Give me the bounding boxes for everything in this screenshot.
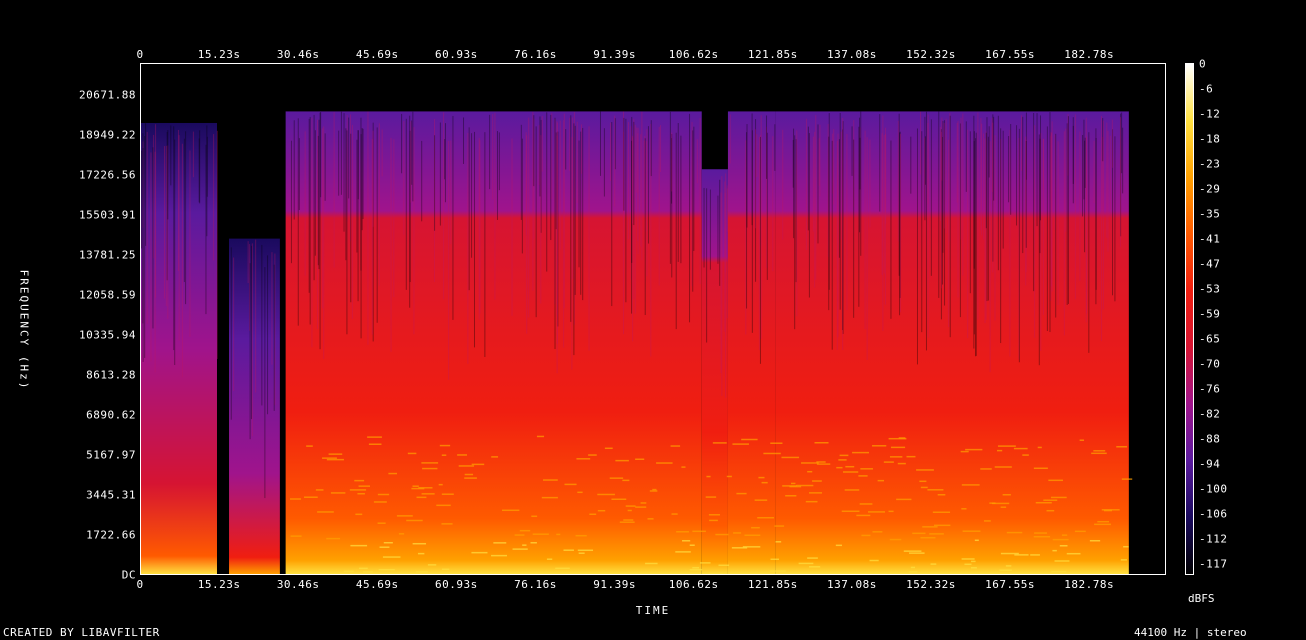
frequency-tick-label: DC <box>121 568 136 582</box>
colorbar-tick-label: -12 <box>1199 107 1221 121</box>
colorbar-tick-label: -112 <box>1199 532 1228 546</box>
colorbar-tick-label: -94 <box>1199 457 1221 471</box>
time-tick-label: 121.85s <box>747 48 798 61</box>
colorbar-gradient <box>1186 64 1193 574</box>
colorbar-tick-label: -47 <box>1199 257 1221 271</box>
spectrogram-image <box>141 64 1165 574</box>
spectrogram-segment <box>285 111 702 574</box>
credit-text: CREATED BY LIBAVFILTER <box>3 626 160 639</box>
time-tick-label: 137.08s <box>826 48 877 61</box>
colorbar-tick-label: -88 <box>1199 432 1221 446</box>
time-tick-label: 0 <box>136 578 144 591</box>
time-tick-label: 91.39s <box>593 578 636 591</box>
colorbar-tick-label: -53 <box>1199 282 1221 296</box>
frequency-tick-label: 17226.56 <box>79 168 136 182</box>
frequency-tick-label: 13781.25 <box>79 248 136 262</box>
time-tick-label: 0 <box>136 48 144 61</box>
frequency-tick-label: 15503.91 <box>79 208 136 222</box>
spectrogram-segment <box>701 169 728 574</box>
colorbar-tick-label: -6 <box>1199 82 1214 96</box>
colorbar-tick-label: -117 <box>1199 557 1228 571</box>
time-tick-label: 106.62s <box>668 48 719 61</box>
frequency-tick-label: 12058.59 <box>79 288 136 302</box>
time-tick-label: 60.93s <box>435 578 478 591</box>
time-tick-label: 15.23s <box>197 578 241 591</box>
time-tick-label: 167.55s <box>985 48 1036 61</box>
time-tick-label: 182.78s <box>1064 578 1115 591</box>
colorbar-tick-label: -35 <box>1199 207 1221 221</box>
time-tick-label: 60.93s <box>435 48 478 61</box>
colorbar-tick-label: -76 <box>1199 382 1221 396</box>
time-tick-label: 76.16s <box>514 578 557 591</box>
spectrogram-plot <box>140 63 1166 575</box>
time-tick-label: 121.85s <box>747 578 798 591</box>
time-tick-label: 152.32s <box>906 48 956 61</box>
x-axis-label: TIME <box>635 604 671 617</box>
time-tick-label: 30.46s <box>276 578 320 591</box>
frequency-tick-label: 6890.62 <box>86 408 136 422</box>
audio-info-text: 44100 Hz | stereo <box>1134 626 1247 639</box>
spectrogram-segment <box>727 111 776 574</box>
colorbar <box>1185 63 1194 575</box>
time-tick-label: 152.32s <box>906 578 956 591</box>
colorbar-tick-label: -106 <box>1199 507 1228 521</box>
time-tick-label: 30.46s <box>276 48 320 61</box>
time-tick-label: 137.08s <box>826 578 877 591</box>
colorbar-label: dBFS <box>1188 592 1215 605</box>
frequency-tick-label: 10335.94 <box>79 328 136 342</box>
colorbar-tick-label: -70 <box>1199 357 1221 371</box>
colorbar-tick-label: -18 <box>1199 132 1221 146</box>
frequency-tick-label: 1722.66 <box>86 528 136 542</box>
time-tick-label: 45.69s <box>355 48 399 61</box>
colorbar-tick-label: -65 <box>1199 332 1221 346</box>
frequency-tick-label: 3445.31 <box>86 488 136 502</box>
colorbar-tick-label: -59 <box>1199 307 1221 321</box>
colorbar-tick-label: -82 <box>1199 407 1221 421</box>
frequency-tick-label: 5167.97 <box>86 448 136 462</box>
frequency-tick-label: 20671.88 <box>79 88 136 102</box>
colorbar-tick-label: -41 <box>1199 232 1221 246</box>
time-tick-label: 182.78s <box>1064 48 1115 61</box>
time-tick-label: 91.39s <box>593 48 636 61</box>
time-tick-label: 106.62s <box>668 578 719 591</box>
colorbar-fill <box>1186 64 1193 574</box>
colorbar-tick-label: -23 <box>1199 157 1221 171</box>
y-axis-label: FREQUENCY (Hz) <box>17 269 31 391</box>
colorbar-tick-label: -100 <box>1199 482 1228 496</box>
time-tick-label: 76.16s <box>514 48 557 61</box>
colorbar-tick-label: -29 <box>1199 182 1221 196</box>
colorbar-tick-label: 0 <box>1199 57 1207 71</box>
frequency-tick-label: 18949.22 <box>79 128 136 142</box>
frequency-tick-label: 8613.28 <box>86 368 136 382</box>
time-tick-label: 45.69s <box>355 578 399 591</box>
time-tick-label: 167.55s <box>985 578 1036 591</box>
time-tick-label: 15.23s <box>197 48 241 61</box>
